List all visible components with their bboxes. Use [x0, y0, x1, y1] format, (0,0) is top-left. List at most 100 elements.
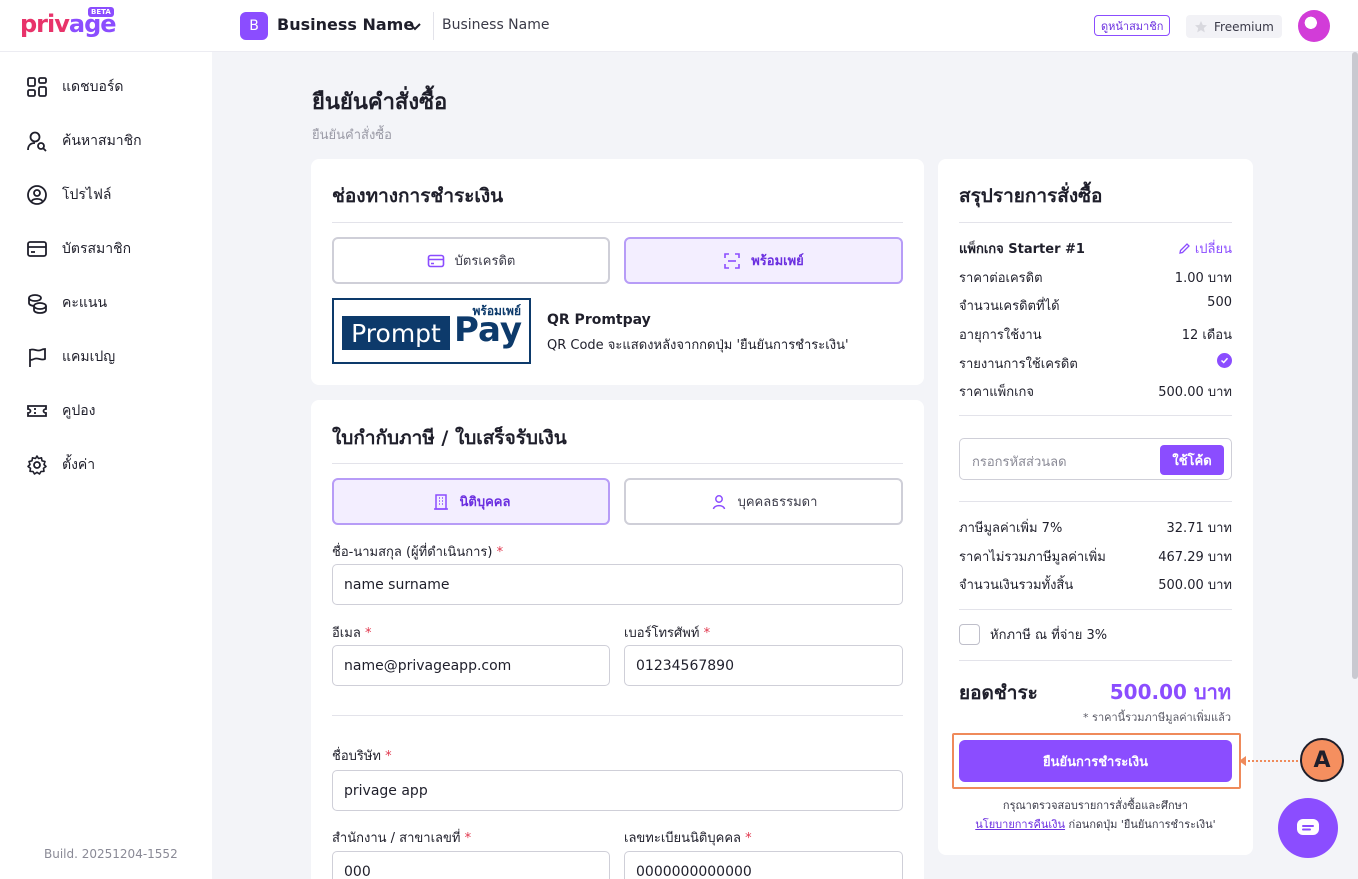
- qr-scan-icon: [724, 252, 741, 269]
- apply-coupon-button[interactable]: ใช้โค้ด: [1160, 445, 1224, 475]
- tax-row: ราคาไม่รวมภาษีมูลค่าเพิ่ม 467.29 บาท: [959, 546, 1232, 567]
- company-field[interactable]: privage app: [332, 770, 903, 811]
- view-member-page-button[interactable]: ดูหน้าสมาชิก: [1094, 15, 1171, 36]
- business-name-label: Business Name: [442, 17, 550, 33]
- divider: [959, 660, 1232, 661]
- tax-section-title: ใบกำกับภาษี / ใบเสร็จรับเงิน: [332, 427, 567, 449]
- card-icon: [27, 241, 47, 257]
- package-name: แพ็กเกจ Starter #1: [959, 242, 1085, 257]
- annotation-arrowhead: [1239, 756, 1246, 766]
- row-value: 500.00 บาท: [1158, 385, 1232, 400]
- withholding-checkbox[interactable]: [959, 624, 980, 645]
- company-label: ชื่อบริษัท *: [332, 745, 392, 766]
- withholding-label: หักภาษี ณ ที่จ่าย 3%: [990, 628, 1108, 643]
- credit-card-icon: [427, 254, 444, 267]
- taxid-field[interactable]: 0000000000000: [624, 851, 903, 879]
- plan-badge[interactable]: Freemium: [1186, 15, 1282, 38]
- sidebar-item-search-member[interactable]: ค้นหาสมาชิก: [26, 126, 142, 156]
- required-mark: *: [745, 831, 752, 846]
- refund-policy-link[interactable]: นโยบายการคืนเงิน: [975, 818, 1065, 831]
- summary-row: ราคาต่อเครดิต 1.00 บาท: [959, 267, 1232, 288]
- sidebar-item-profile[interactable]: โปรไฟล์: [26, 180, 111, 210]
- promptpay-word: Prompt: [342, 316, 450, 350]
- chevron-down-icon[interactable]: [407, 18, 423, 34]
- row-value: 1.00 บาท: [1174, 271, 1232, 286]
- annotation-marker: A: [1300, 738, 1344, 782]
- divider: [332, 463, 903, 464]
- order-summary-card: สรุปรายการสั่งซื้อ แพ็กเกจ Starter #1 เป…: [938, 159, 1253, 855]
- coupon-input[interactable]: กรอกรหัสส่วนลด ใช้โค้ด: [959, 438, 1232, 480]
- branch-field[interactable]: 000: [332, 851, 610, 879]
- sidebar-item-label: ตั้งค่า: [62, 457, 96, 473]
- company-label-text: ชื่อบริษัท: [332, 749, 382, 764]
- row-label: ราคาแพ็กเกจ: [959, 385, 1035, 400]
- divider: [332, 222, 903, 223]
- refund-note-tail: ก่อนกดปุ่ม 'ยืนยันการชำระเงิน': [1065, 818, 1216, 831]
- search-member-icon: [27, 131, 47, 152]
- sidebar-item-dashboard[interactable]: แดชบอร์ด: [26, 72, 124, 102]
- business-switcher[interactable]: Business Name: [277, 15, 414, 34]
- breadcrumb[interactable]: ยืนยันคำสั่งซื้อ: [312, 124, 392, 145]
- payment-method-card: ช่องทางการชำระเงิน บัตรเครดิต พร้อมเพย์ …: [311, 159, 924, 385]
- row-label: ราคาไม่รวมภาษีมูลค่าเพิ่ม: [959, 550, 1106, 565]
- row-value: 500: [1207, 295, 1232, 310]
- ticket-icon: [27, 405, 47, 417]
- required-mark: *: [364, 626, 372, 641]
- business-avatar[interactable]: B: [240, 12, 268, 40]
- sidebar: แดชบอร์ด ค้นหาสมาชิก โปรไฟล์ บัตรสมาชิก …: [0, 52, 212, 879]
- scrollbar[interactable]: [1352, 52, 1358, 679]
- plan-name: Freemium: [1214, 19, 1274, 34]
- name-field[interactable]: name surname: [332, 564, 903, 605]
- sidebar-item-member-card[interactable]: บัตรสมาชิก: [26, 234, 131, 264]
- row-label: จำนวนเงินรวมทั้งสิ้น: [959, 578, 1074, 593]
- row-value: 32.71 บาท: [1166, 521, 1232, 536]
- row-label: จำนวนเครดิตที่ได้: [959, 299, 1060, 314]
- chat-icon: [1297, 819, 1319, 835]
- chat-button[interactable]: [1278, 798, 1338, 858]
- branch-label: สำนักงาน / สาขาเลขที่ *: [332, 827, 471, 848]
- privage-logo[interactable]: privage BETA: [20, 7, 117, 38]
- sidebar-item-settings[interactable]: ตั้งค่า: [26, 450, 95, 480]
- email-field[interactable]: name@privageapp.com: [332, 645, 610, 686]
- sidebar-item-label: บัตรสมาชิก: [62, 241, 132, 257]
- page-title: ยืนยันคำสั่งซื้อ: [312, 90, 448, 115]
- taxid-label-text: เลขทะเบียนนิติบุคคล: [624, 831, 741, 846]
- option-label: พร้อมเพย์: [751, 254, 804, 269]
- withholding-tax-option[interactable]: หักภาษี ณ ที่จ่าย 3%: [959, 624, 1107, 645]
- gear-icon: [27, 455, 47, 475]
- confirm-payment-button[interactable]: ยืนยันการชำระเงิน: [959, 740, 1232, 782]
- required-mark: *: [496, 545, 504, 560]
- build-version: Build. 20251204-1552: [44, 847, 178, 861]
- individual-person-option[interactable]: บุคคลธรรมดา: [624, 478, 903, 525]
- promptpay-option[interactable]: พร้อมเพย์: [624, 237, 903, 284]
- beta-badge: BETA: [88, 7, 114, 17]
- option-label: นิติบุคคล: [459, 495, 511, 510]
- qr-title: QR Promtpay: [547, 312, 651, 328]
- phone-field[interactable]: 01234567890: [624, 645, 903, 686]
- required-mark: *: [703, 626, 711, 641]
- user-avatar[interactable]: [1298, 10, 1330, 42]
- credit-card-option[interactable]: บัตรเครดิต: [332, 237, 610, 284]
- sidebar-item-campaign[interactable]: แคมเปญ: [26, 342, 115, 372]
- taxid-label: เลขทะเบียนนิติบุคคล *: [624, 827, 752, 848]
- phone-label-text: เบอร์โทรศัพท์: [624, 626, 700, 641]
- juristic-person-option[interactable]: นิติบุคคล: [332, 478, 610, 525]
- row-value: 12 เดือน: [1181, 328, 1232, 343]
- sidebar-item-coupon[interactable]: คูปอง: [26, 396, 96, 426]
- star-icon: [1195, 20, 1207, 32]
- row-label: ภาษีมูลค่าเพิ่ม 7%: [959, 521, 1063, 536]
- option-label: บัตรเครดิต: [454, 254, 516, 269]
- vat-note: * ราคานี้รวมภาษีมูลค่าเพิ่มแล้ว: [1083, 711, 1231, 724]
- total-value: 500.00 บาท: [1109, 680, 1231, 704]
- change-package-link[interactable]: เปลี่ยน: [1178, 238, 1232, 259]
- summary-title: สรุปรายการสั่งซื้อ: [959, 185, 1103, 207]
- option-label: บุคคลธรรมดา: [737, 495, 818, 510]
- phone-label: เบอร์โทรศัพท์ *: [624, 622, 710, 643]
- divider: [959, 609, 1232, 610]
- sidebar-item-label: แคมเปญ: [62, 349, 116, 365]
- coupon-placeholder: กรอกรหัสส่วนลด: [972, 455, 1067, 470]
- sidebar-item-points[interactable]: คะแนน: [26, 288, 107, 318]
- change-label: เปลี่ยน: [1194, 242, 1232, 257]
- branch-label-text: สำนักงาน / สาขาเลขที่: [332, 831, 461, 846]
- sidebar-item-label: คะแนน: [62, 295, 108, 311]
